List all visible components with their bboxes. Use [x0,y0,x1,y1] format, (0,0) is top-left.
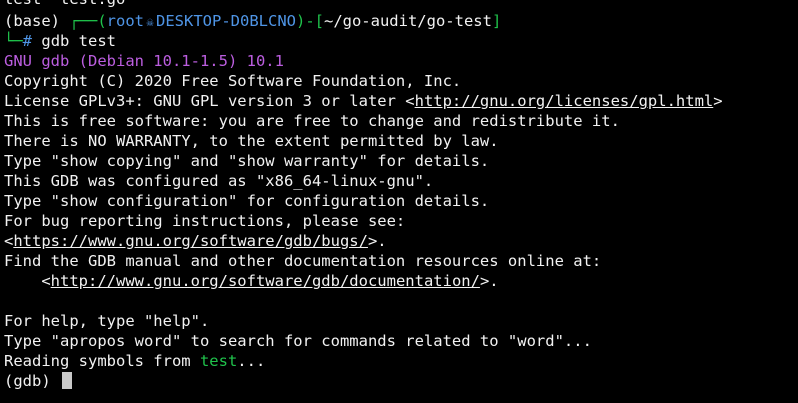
warranty-line: There is NO WARRANTY, to the extent perm… [4,132,499,150]
free-software-line: This is free software: you are free to c… [4,112,620,130]
prompt-close-bracket: ] [491,12,502,30]
doc-url-line: <http://www.gnu.org/software/gdb/documen… [4,271,499,291]
reading-suffix: ... [237,352,266,370]
doc-url-prefix: < [4,272,51,290]
configured-line: This GDB was configured as "x86_64-linux… [4,172,434,190]
reading-symbols-line: Reading symbols from test... [4,351,265,371]
show-config-line: Type "show configuration" for configurat… [4,192,490,210]
prompt-separator: )-[ [295,12,324,30]
doc-url-suffix: >. [479,272,499,290]
copyright-line: Copyright (C) 2020 Free Software Foundat… [4,72,462,90]
gdb-prompt: (gdb) [4,372,60,390]
previous-output-line: test test.go [4,0,125,9]
manual-line: Find the GDB manual and other documentat… [4,252,602,270]
prompt-line-bottom: └─# gdb test [4,31,116,51]
help-line: For help, type "help". [4,312,210,330]
gdb-prompt-line[interactable]: (gdb) [4,371,72,391]
prompt-cwd: ~/go-audit/go-test [323,12,492,30]
prev-file-a: test [4,0,41,8]
license-link[interactable]: http://gnu.org/licenses/gpl.html [415,92,714,110]
prompt-user: root [106,12,144,30]
bug-reporting-line: For bug reporting instructions, please s… [4,212,406,230]
prompt-hash: # [22,32,33,50]
bug-url-line: <https://www.gnu.org/software/gdb/bugs/>… [4,231,387,251]
prompt-line-top: (base) ┌──(root ☠ DESKTOP-D0BLCNO)-[~/go-a… [4,11,501,31]
text-cursor[interactable] [62,372,72,389]
apropos-line: Type "apropos word" to search for comman… [4,332,592,350]
prompt-host: DESKTOP-D0BLCNO [156,12,296,30]
skull-icon: ☠ [146,15,154,29]
license-suffix: > [713,92,723,110]
bug-url-link[interactable]: https://www.gnu.org/software/gdb/bugs/ [13,232,368,250]
license-line: License GPLv3+: GNU GPL version 3 or lat… [4,91,723,111]
gdb-banner: GNU gdb (Debian 10.1-1.5) 10.1 [4,52,284,70]
prev-file-b: test.go [60,0,125,8]
show-copying-line: Type "show copying" and "show warranty" … [4,152,490,170]
reading-filename: test [199,352,238,370]
command-text: gdb test [41,32,117,50]
terminal-window[interactable]: test test.go (base) ┌──(root☠DESKTOP-D0B… [0,0,798,403]
prompt-corner-top: ┌──( [69,12,107,30]
doc-url-link[interactable]: http://www.gnu.org/software/gdb/document… [51,272,480,290]
bug-url-prefix: < [4,232,14,250]
conda-env: (base) [4,12,60,30]
license-prefix: License GPLv3+: GNU GPL version 3 or lat… [4,92,415,110]
prompt-corner-bottom: └─ [4,32,23,50]
reading-prefix: Reading symbols from [4,352,200,370]
bug-url-suffix: >. [367,232,387,250]
